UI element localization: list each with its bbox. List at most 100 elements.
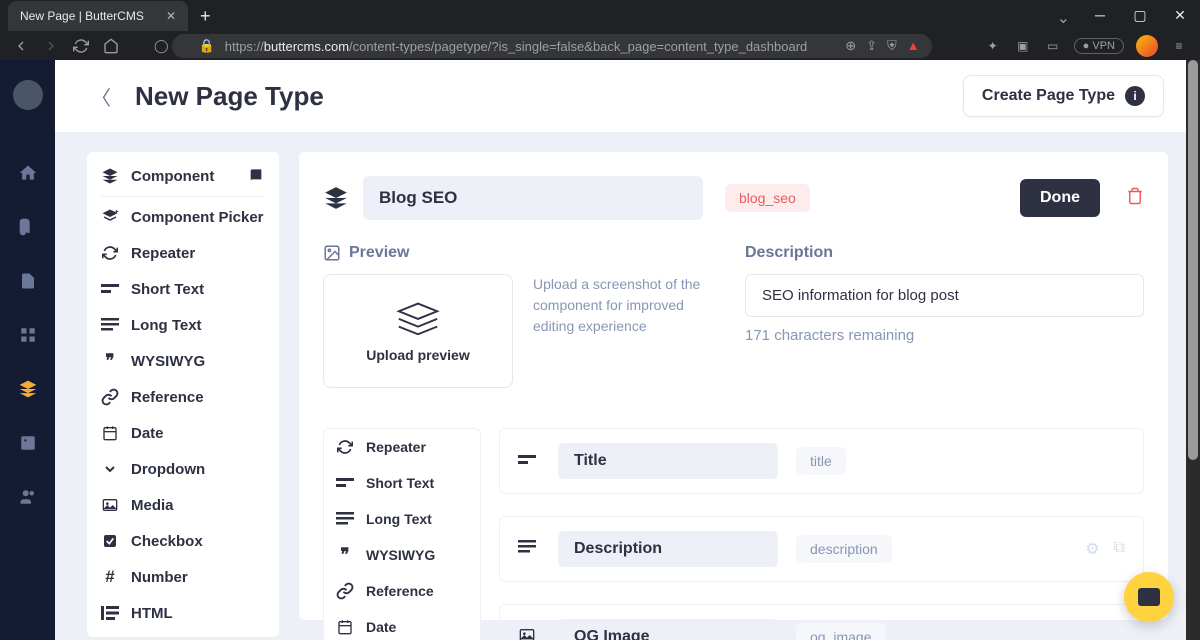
svg-text:+: + [115,208,120,216]
field-type-repeater[interactable]: Repeater [87,235,279,271]
quote-icon: ❞ [101,352,119,370]
field-type-short-text[interactable]: Short Text [87,271,279,307]
rail-home-icon[interactable] [17,162,39,184]
browser-tab[interactable]: New Page | ButterCMS ✕ [8,1,188,31]
back-button[interactable]: 〈 [91,82,111,111]
hash-icon: # [101,568,119,586]
book-icon[interactable] [247,167,265,185]
chars-remaining-text: 171 characters remaining [745,327,1144,344]
field-type-component-picker[interactable]: +Component Picker [87,199,279,235]
image-icon [323,244,341,262]
rail-collections-icon[interactable] [17,324,39,346]
help-chat-button[interactable] [1124,572,1174,622]
url-path: /content-types/pagetype/?is_single=false… [349,39,807,54]
new-tab-button[interactable]: + [200,6,211,27]
long-icon [101,316,119,334]
field-type-long-text[interactable]: Long Text [87,307,279,343]
done-button[interactable]: Done [1020,179,1100,217]
nested-field-short-text[interactable]: Short Text [324,465,480,501]
vpn-badge[interactable]: ● VPN [1074,38,1124,54]
property-row-og_image[interactable]: OG Image og_image [499,604,1144,640]
short-icon [518,452,540,470]
nav-back-button[interactable] [12,37,30,55]
short-icon [336,474,354,492]
window-minimize-button[interactable]: ─ [1080,0,1120,30]
rail-users-icon[interactable] [17,486,39,508]
nested-field-long-text[interactable]: Long Text [324,501,480,537]
date-icon [101,424,119,442]
lock-icon: 🔒 [199,38,215,54]
property-name: OG Image [558,619,778,640]
property-slug: og_image [796,623,886,640]
shield-icon[interactable]: ⛨ [887,38,897,54]
field-type-media[interactable]: Media [87,487,279,523]
property-row-description[interactable]: Descriptiondescription⚙⧉ [499,516,1144,582]
link-icon [101,388,119,406]
field-type-html[interactable]: HTML [87,595,279,631]
window-chevron-icon[interactable]: ⌄ [1057,8,1070,28]
nav-forward-button[interactable] [42,37,60,55]
create-button-label: Create Page Type [982,87,1115,105]
zoom-icon[interactable]: ⊕ [845,38,856,54]
home-button[interactable] [102,37,120,55]
delete-component-icon[interactable] [1126,187,1144,210]
repeat-icon [336,438,354,456]
wallet-icon[interactable]: ▭ [1044,37,1062,55]
html-icon [101,604,119,622]
long-icon [336,510,354,528]
media-icon [518,627,540,640]
nested-field-repeater[interactable]: Repeater [324,429,480,465]
repeat-icon [101,244,119,262]
field-type-wysiwyg[interactable]: ❞WYSIWYG [87,343,279,379]
nested-field-reference[interactable]: Reference [324,573,480,609]
field-type-component[interactable]: Component [87,158,279,194]
profile-avatar[interactable] [1136,35,1158,57]
scrollbar-thumb[interactable] [1188,60,1198,460]
upload-preview-dropzone[interactable]: Upload preview [323,274,513,388]
menu-icon[interactable]: ≡ [1170,37,1188,55]
app-sidebar-rail [0,60,55,640]
rail-blog-icon[interactable] [17,216,39,238]
extensions-icon[interactable]: ✦ [984,37,1002,55]
short-icon [101,280,119,298]
copy-icon[interactable]: ⧉ [1114,539,1125,559]
user-avatar[interactable] [13,80,43,110]
warning-icon[interactable]: ▲ [907,38,920,54]
window-maximize-button[interactable]: ▢ [1120,0,1160,30]
share-icon[interactable]: ⇪ [866,38,877,54]
rail-media-icon[interactable] [17,432,39,454]
create-page-type-button[interactable]: Create Page Type i [963,75,1164,117]
url-host: buttercms.com [264,39,349,54]
rail-content-types-icon[interactable] [17,378,39,400]
field-type-number[interactable]: #Number [87,559,279,595]
field-type-checkbox[interactable]: Checkbox [87,523,279,559]
date-icon [336,618,354,636]
bookmark-icon[interactable]: ◯ [154,38,169,54]
field-type-dropdown[interactable]: Dropdown [87,451,279,487]
nested-field-wysiwyg[interactable]: ❞WYSIWYG [324,537,480,573]
quote-icon: ❞ [336,546,354,564]
reload-button[interactable] [72,37,90,55]
field-type-reference[interactable]: Reference [87,379,279,415]
component-editor-panel: blog_seo Done Preview Upload preview [299,152,1168,620]
gear-icon[interactable]: ⚙ [1085,539,1099,559]
property-name: Description [558,531,778,567]
upload-preview-label: Upload preview [366,347,469,363]
component-name-input[interactable] [363,176,703,220]
rail-pages-icon[interactable] [17,270,39,292]
property-row-title[interactable]: Titletitle [499,428,1144,494]
address-bar[interactable]: ◯ 🔒 https://buttercms.com/content-types/… [172,34,932,58]
nested-field-date[interactable]: Date [324,609,480,640]
description-label: Description [745,244,1144,262]
window-close-button[interactable]: ✕ [1160,0,1200,30]
layers-icon [323,185,349,211]
sidepanel-icon[interactable]: ▣ [1014,37,1032,55]
check-icon [101,532,119,550]
chevron-icon [101,460,119,478]
nested-field-types-panel: RepeaterShort TextLong Text❞WYSIWYGRefer… [323,428,481,640]
description-input[interactable] [745,274,1144,317]
field-type-date[interactable]: Date [87,415,279,451]
media-icon [101,496,119,514]
close-tab-icon[interactable]: ✕ [166,9,176,23]
long-icon [518,540,540,559]
